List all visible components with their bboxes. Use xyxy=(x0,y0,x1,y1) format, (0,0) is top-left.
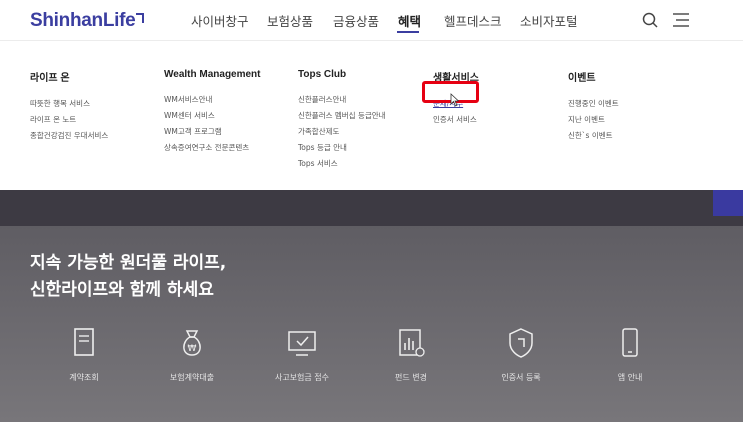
menu-item[interactable]: 신한플러스안내 xyxy=(298,92,386,108)
document-icon xyxy=(74,328,94,356)
quick-link-label: 계약조회 xyxy=(69,373,99,382)
money-bag-icon: ₩ xyxy=(183,330,201,356)
menu-item[interactable]: 따뜻한 행복 서비스 xyxy=(30,96,108,112)
menu-item[interactable]: WM서비스안내 xyxy=(164,92,261,108)
logo-text: ShinhanLife xyxy=(30,10,136,31)
monitor-check-icon xyxy=(288,331,316,356)
headline-line-2: 신한라이프와 함께 하세요 xyxy=(30,280,214,300)
svg-text:₩: ₩ xyxy=(188,344,197,354)
logo-mark xyxy=(136,13,145,23)
menu-item[interactable]: 가족합산제도 xyxy=(298,124,386,140)
menu-item[interactable]: WM고객 프로그램 xyxy=(164,124,261,140)
menu-item[interactable]: 진행중인 이벤트 xyxy=(568,96,619,112)
quick-link-claim[interactable]: 사고보험금 접수 xyxy=(247,326,357,383)
quick-link-certificate[interactable]: 인증서 등록 xyxy=(466,326,576,383)
menu-item[interactable]: 신한`s 이벤트 xyxy=(568,128,619,144)
nav-benefits[interactable]: 혜택 xyxy=(398,11,421,30)
quick-link-label: 인증서 등록 xyxy=(501,373,541,382)
search-icon[interactable] xyxy=(642,12,658,28)
nav-insurance-products[interactable]: 보험상품 xyxy=(267,11,313,30)
menu-item[interactable]: 지난 이벤트 xyxy=(568,112,619,128)
hero-banner xyxy=(0,190,743,226)
chart-icon xyxy=(399,329,425,357)
main-section: 지속 가능한 원더풀 라이프, 신한라이프와 함께 하세요 계약조회 ₩ 보험계… xyxy=(0,226,743,422)
nav-cyber-window[interactable]: 사이버창구 xyxy=(191,11,249,30)
menu-item[interactable]: 라이프 온 노트 xyxy=(30,112,108,128)
banner-accent xyxy=(713,190,743,216)
menu-item[interactable]: Tops 등급 안내 xyxy=(298,140,386,156)
active-nav-underline xyxy=(397,31,419,33)
headline-line-1: 지속 가능한 원더풀 라이프, xyxy=(30,253,227,273)
nav-financial-products[interactable]: 금융상품 xyxy=(333,11,379,30)
quick-link-label: 펀드 변경 xyxy=(395,373,427,382)
menu-column-title[interactable]: Tops Club xyxy=(298,69,386,80)
smartphone-icon xyxy=(622,328,638,357)
menu-column-events: 이벤트 진행중인 이벤트 지난 이벤트 신한`s 이벤트 xyxy=(568,69,619,144)
menu-column-wealth-management: Wealth Management WM서비스안내 WM센터 서비스 WM고객 … xyxy=(164,69,261,156)
menu-column-tops-club: Tops Club 신한플러스안내 신한플러스 멤버십 등급안내 가족합산제도 … xyxy=(298,69,386,172)
logo[interactable]: ShinhanLife xyxy=(30,10,145,32)
quick-link-policy-loan[interactable]: ₩ 보험계약대출 xyxy=(137,326,247,383)
menu-icon[interactable] xyxy=(673,13,689,27)
menu-item[interactable]: Tops 서비스 xyxy=(298,156,386,172)
mega-menu: 라이프 온 따뜻한 행복 서비스 라이프 온 노트 종합건강검진 우대서비스 W… xyxy=(0,40,743,190)
header: ShinhanLife 사이버창구 보험상품 금융상품 혜택 헬프데스크 소비자… xyxy=(0,0,743,40)
nav-consumer-portal[interactable]: 소비자포털 xyxy=(520,11,578,30)
mouse-cursor-icon xyxy=(450,93,460,107)
menu-item[interactable]: WM센터 서비스 xyxy=(164,108,261,124)
shield-icon xyxy=(509,328,533,358)
quick-link-app-guide[interactable]: 앱 안내 xyxy=(575,326,685,383)
menu-column-title[interactable]: 이벤트 xyxy=(568,69,619,84)
menu-item[interactable]: 상속증여연구소 전문콘텐츠 xyxy=(164,140,261,156)
menu-item[interactable]: 종합건강검진 우대서비스 xyxy=(30,128,108,144)
menu-column-title[interactable]: 라이프 온 xyxy=(30,69,108,84)
menu-item[interactable]: 인증서 서비스 xyxy=(433,112,479,128)
quick-link-contract-inquiry[interactable]: 계약조회 xyxy=(29,326,139,383)
quick-link-label: 보험계약대출 xyxy=(169,373,215,382)
headline: 지속 가능한 원더풀 라이프, 신한라이프와 함께 하세요 xyxy=(30,250,226,304)
menu-column-title[interactable]: Wealth Management xyxy=(164,69,261,80)
quick-link-fund-change[interactable]: 펀드 변경 xyxy=(356,326,466,383)
menu-column-life-on: 라이프 온 따뜻한 행복 서비스 라이프 온 노트 종합건강검진 우대서비스 xyxy=(30,69,108,144)
quick-link-label: 사고보험금 접수 xyxy=(274,373,330,382)
menu-item[interactable]: 신한플러스 멤버십 등급안내 xyxy=(298,108,386,124)
quick-link-label: 앱 안내 xyxy=(617,373,643,382)
nav-helpdesk[interactable]: 헬프데스크 xyxy=(444,11,502,30)
